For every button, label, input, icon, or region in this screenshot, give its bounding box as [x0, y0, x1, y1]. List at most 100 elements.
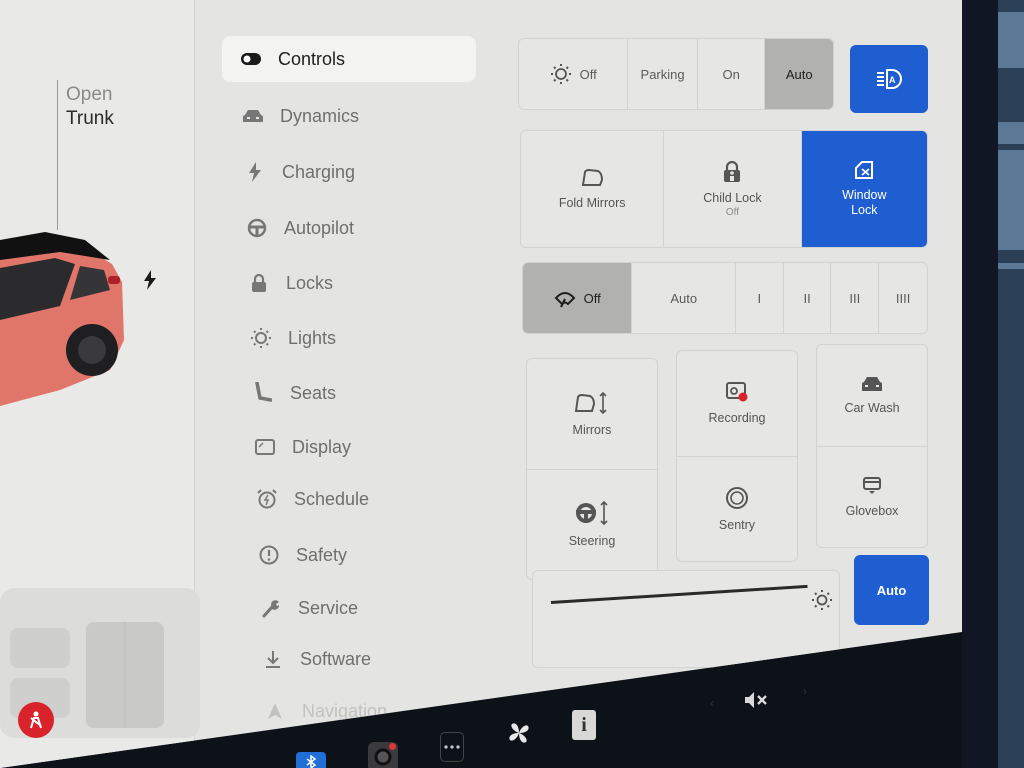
option-label: III — [849, 290, 861, 306]
child-lock-icon — [724, 160, 741, 182]
nav-item-label: Schedule — [294, 488, 370, 509]
more-apps-icon[interactable] — [440, 732, 464, 762]
nav-item-software[interactable]: Software — [262, 636, 371, 682]
brightness-sun-icon — [812, 590, 832, 610]
lightning-icon — [244, 161, 266, 183]
headlights-auto-option[interactable]: Auto — [765, 39, 833, 109]
brightness-auto-button[interactable]: Auto — [854, 555, 929, 625]
glovebox-icon — [863, 476, 881, 494]
screen-bezel — [962, 0, 1024, 768]
headlights-parking-option[interactable]: Parking — [628, 39, 698, 109]
open-trunk-label-line1: Open — [66, 84, 113, 105]
nav-item-controls[interactable]: Controls — [222, 36, 476, 82]
alarm-clock-icon — [256, 488, 278, 510]
headlights-on-option[interactable]: On — [698, 39, 766, 109]
steering-wheel-icon — [246, 217, 268, 239]
fold-mirrors-label: Fold Mirrors — [558, 196, 626, 210]
nav-item-seats[interactable]: Seats — [252, 370, 336, 416]
nav-item-lights[interactable]: Lights — [250, 315, 336, 361]
window-lock-icon — [855, 161, 874, 179]
nav-item-label: Safety — [296, 544, 348, 565]
volume-muted-icon[interactable] — [742, 688, 772, 712]
open-trunk-button[interactable]: Open Trunk — [66, 83, 114, 131]
nav-item-label: Dynamics — [280, 105, 360, 126]
wipers-speed-2-option[interactable]: II — [784, 263, 832, 333]
alert-circle-icon — [258, 544, 280, 566]
wipers-speed-3-option[interactable]: III — [831, 263, 880, 333]
nav-item-label: Locks — [286, 272, 334, 293]
quick-toggles: Fold Mirrors Child Lock Off Window Lock — [520, 130, 928, 248]
manual-info-icon[interactable]: i — [572, 710, 596, 740]
brightness-slider[interactable] — [550, 584, 808, 604]
seatbelt-warning-icon — [18, 702, 54, 738]
nav-item-label: Lights — [288, 327, 337, 348]
nav-item-dynamics[interactable]: Dynamics — [242, 93, 359, 139]
mirrors-steering-card: Mirrors Steering — [526, 358, 658, 580]
glovebox-button[interactable]: Glovebox — [817, 445, 927, 548]
sentry-icon — [726, 486, 748, 509]
carwash-glovebox-card: Car Wash Glovebox — [816, 344, 928, 548]
navigation-arrow-icon — [264, 700, 286, 722]
charge-port-icon[interactable] — [142, 270, 158, 290]
wiper-icon — [554, 292, 576, 308]
car-wash-label: Car Wash — [844, 401, 900, 416]
climate-fan-icon[interactable] — [504, 718, 534, 748]
touchscreen: Open Trunk Controls Dynamics Charging Au… — [0, 0, 962, 768]
nav-item-display[interactable]: Display — [254, 424, 351, 470]
trunk-indicator-line — [57, 80, 58, 230]
glovebox-label: Glovebox — [845, 503, 899, 518]
option-label: Auto — [785, 66, 813, 82]
dashcam-app-icon[interactable] — [368, 742, 398, 768]
option-label: On — [722, 66, 740, 82]
sentry-label: Sentry — [718, 517, 756, 532]
wipers-speed-4-option[interactable]: IIII — [879, 263, 927, 333]
nav-item-label: Seats — [290, 382, 337, 403]
svg-text:A: A — [889, 75, 896, 85]
steering-adjust-button[interactable]: Steering — [527, 468, 657, 580]
wipers-auto-option[interactable]: Auto — [632, 263, 736, 333]
dashcam-recording-button[interactable]: Recording — [677, 351, 797, 456]
fold-mirrors-button[interactable]: Fold Mirrors — [521, 131, 665, 247]
volume-up-chevron[interactable]: › — [800, 684, 810, 698]
car-icon — [242, 105, 264, 127]
wrench-icon — [260, 597, 282, 619]
mirrors-adjust-button[interactable]: Mirrors — [527, 359, 657, 469]
option-label: Parking — [640, 66, 685, 82]
nav-item-service[interactable]: Service — [260, 585, 358, 631]
volume-down-chevron[interactable]: ‹ — [707, 696, 717, 710]
display-brightness-control — [532, 570, 840, 668]
dashcam-icon — [726, 382, 748, 402]
wipers-off-option[interactable]: Off — [523, 263, 633, 333]
car-status-panel: Open Trunk — [0, 0, 200, 768]
bluetooth-app-icon[interactable] — [296, 752, 326, 768]
child-lock-button[interactable]: Child Lock Off — [664, 131, 802, 247]
recording-dot — [389, 743, 396, 750]
option-label: Auto — [670, 290, 698, 306]
nav-item-locks[interactable]: Locks — [248, 260, 333, 306]
child-lock-state: Off — [725, 206, 740, 218]
mirror-icon — [581, 168, 604, 186]
car-wash-button[interactable]: Car Wash — [817, 345, 927, 446]
auto-high-beam-button[interactable]: A — [850, 45, 928, 113]
car-wash-icon — [862, 377, 882, 392]
nav-item-schedule[interactable]: Schedule — [256, 476, 369, 522]
headlights-selector: Off Parking On Auto — [518, 38, 834, 110]
nav-item-charging[interactable]: Charging — [244, 149, 355, 195]
download-icon — [262, 648, 284, 670]
nav-item-label: Display — [292, 436, 352, 457]
nav-item-navigation[interactable]: Navigation — [264, 688, 387, 734]
nav-item-safety[interactable]: Safety — [258, 532, 347, 578]
car-image[interactable] — [0, 230, 130, 420]
wiper-selector: Off Auto I II III IIII — [522, 262, 928, 334]
light-bulb-icon — [250, 327, 272, 349]
recording-label: Recording — [708, 411, 766, 426]
lock-icon — [248, 272, 270, 294]
sentry-mode-button[interactable]: Sentry — [677, 455, 797, 562]
nav-item-autopilot[interactable]: Autopilot — [246, 205, 354, 251]
wipers-speed-1-option[interactable]: I — [736, 263, 784, 333]
auto-high-beam-icon: A — [877, 69, 902, 89]
window-lock-button[interactable]: Window Lock — [801, 131, 927, 247]
nav-item-label: Charging — [282, 161, 356, 182]
headlights-off-option[interactable]: Off — [519, 39, 629, 109]
mirrors-label: Mirrors — [572, 422, 612, 437]
